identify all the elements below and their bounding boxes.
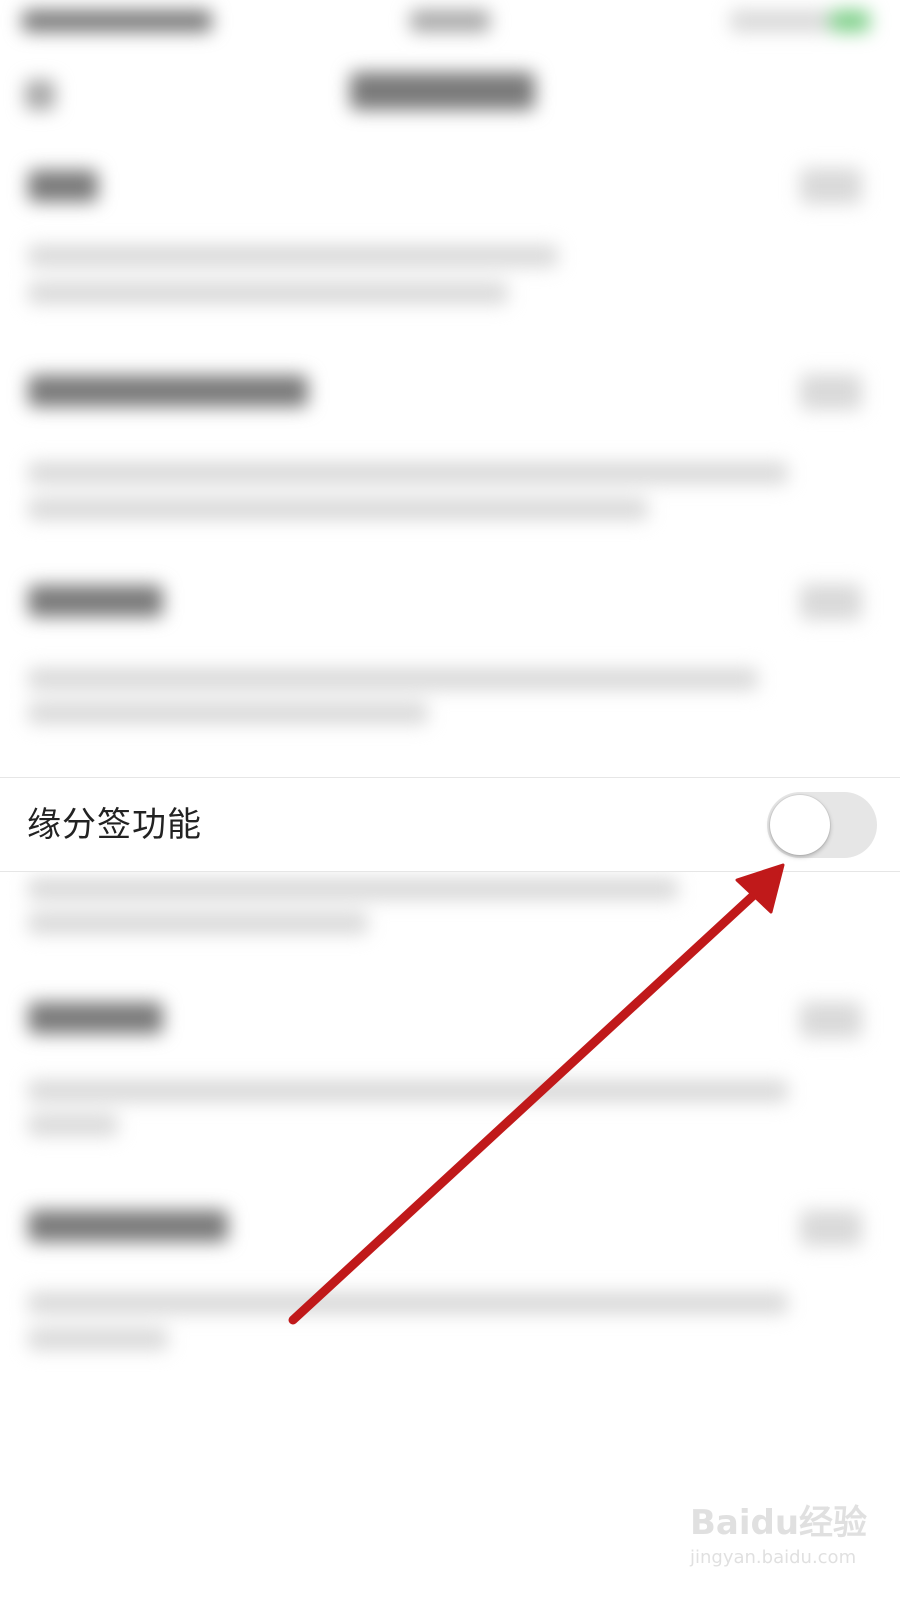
baidu-jingyan-watermark: Baidu经验 jingyan.baidu.com — [690, 1495, 870, 1585]
section-2-desc-2 — [28, 498, 648, 520]
status-bar-right — [730, 10, 830, 32]
section-3-desc-1 — [28, 668, 758, 690]
section-4-desc-2 — [28, 912, 368, 934]
section-2-switch[interactable] — [800, 374, 862, 410]
back-icon[interactable] — [25, 80, 55, 110]
section-5-desc-2 — [28, 1114, 118, 1136]
section-6-switch[interactable] — [800, 1210, 862, 1246]
section-6-desc-1 — [28, 1292, 788, 1314]
fate-sign-toggle[interactable] — [767, 792, 877, 858]
section-6-desc-2 — [28, 1328, 168, 1350]
section-5-desc-1 — [28, 1080, 788, 1102]
status-bar-left — [22, 10, 212, 32]
section-1-title — [28, 170, 98, 202]
section-2-title — [28, 375, 308, 407]
section-4-desc-1 — [28, 878, 678, 900]
watermark-site: jingyan.baidu.com — [690, 1547, 857, 1568]
section-5-switch[interactable] — [800, 1002, 862, 1038]
toggle-knob — [770, 795, 830, 855]
section-3-switch[interactable] — [800, 584, 862, 620]
section-2-desc-1 — [28, 462, 788, 484]
battery-icon — [830, 10, 870, 32]
section-3-desc-2 — [28, 702, 428, 724]
setting-row-fate-sign: 缘分签功能 — [0, 777, 900, 872]
section-1-desc-1 — [28, 245, 558, 267]
nav-title — [350, 72, 535, 110]
section-1-switch[interactable] — [800, 168, 862, 204]
settings-screen: 缘分签功能 Baidu经验 jingyan.baidu.com — [0, 0, 900, 1600]
status-bar-time — [410, 10, 490, 32]
section-5-title — [28, 1002, 163, 1034]
section-3-title — [28, 585, 163, 617]
section-6-title — [28, 1210, 228, 1242]
setting-row-label: 缘分签功能 — [27, 805, 202, 845]
watermark-logo: Baidu经验 — [690, 1503, 868, 1543]
section-1-desc-2 — [28, 282, 508, 304]
